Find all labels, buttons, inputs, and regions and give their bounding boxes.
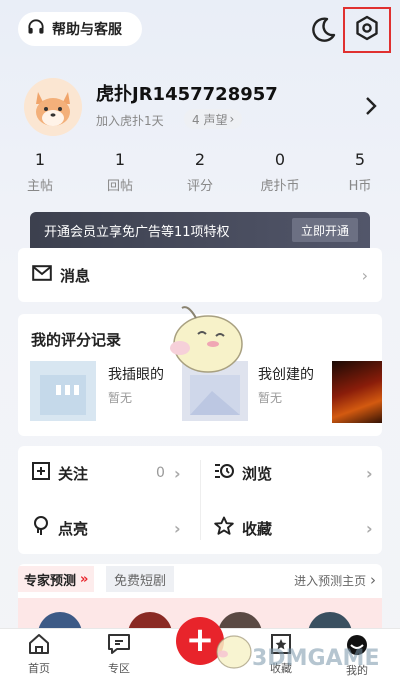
browse-item[interactable]: 浏览 › xyxy=(214,462,374,484)
stat-value: 5 xyxy=(354,150,366,169)
moon-icon[interactable] xyxy=(308,15,338,45)
bookmarked-title[interactable]: 我插眼的 xyxy=(108,364,164,384)
stat-value: 1 xyxy=(114,150,126,169)
like-item[interactable]: 点亮 › xyxy=(32,516,192,540)
mascot-image xyxy=(158,296,254,376)
tab-label: 专家预测 xyxy=(24,573,77,589)
chevron-right-icon: › xyxy=(370,571,376,589)
lightbulb-icon xyxy=(32,516,50,540)
shortcut-grid-card: 关注 0 › 浏览 › 点亮 › 收藏 › xyxy=(18,446,382,554)
nav-zone[interactable]: 专区 xyxy=(94,633,144,676)
stat-label: 回帖 xyxy=(106,179,133,194)
vip-text: 开通会员立享免广告等11项特权 xyxy=(44,224,230,240)
plus-icon: + xyxy=(185,620,215,660)
bookmarked-status: 暂无 xyxy=(108,391,133,405)
vip-open-button[interactable]: 立即开通 xyxy=(291,218,358,242)
tab-expert-prediction[interactable]: 专家预测 » xyxy=(18,566,95,592)
follow-item[interactable]: 关注 0 › xyxy=(32,462,192,484)
score-records-title: 我的评分记录 xyxy=(31,331,122,349)
fame-label: 4 声望 xyxy=(192,112,228,127)
join-duration: 加入虎扑1天 xyxy=(96,114,164,128)
double-chevron-icon: » xyxy=(80,571,89,587)
watermark-text: 3DMGAME xyxy=(252,646,380,671)
created-status: 暂无 xyxy=(258,391,283,405)
help-support-label: 帮助与客服 xyxy=(52,22,122,38)
stat-value: 0 xyxy=(274,150,286,169)
settings-button[interactable] xyxy=(343,7,391,53)
chevron-right-icon: › xyxy=(229,112,235,126)
home-icon xyxy=(27,634,51,658)
plus-box-icon xyxy=(32,462,50,484)
chevron-right-icon: › xyxy=(174,518,181,538)
stat-value: 2 xyxy=(194,150,206,169)
divider xyxy=(200,460,201,540)
stat-h-coins[interactable]: 5 H币 xyxy=(320,150,400,198)
stat-label: H币 xyxy=(348,179,372,194)
chevron-right-icon: › xyxy=(366,463,373,483)
stat-ratings[interactable]: 2 评分 xyxy=(160,150,240,198)
stat-label: 主帖 xyxy=(26,179,53,194)
mail-icon xyxy=(32,265,52,285)
nav-home-label: 首页 xyxy=(28,662,50,675)
avatar[interactable] xyxy=(24,78,82,136)
gear-icon xyxy=(354,15,380,45)
tab-free-drama[interactable]: 免费短剧 xyxy=(106,566,175,592)
browse-label: 浏览 xyxy=(242,464,273,483)
messages-row[interactable]: 消息 › xyxy=(18,248,382,302)
vip-banner[interactable]: 开通会员立享免广告等11项特权 立即开通 xyxy=(30,212,370,248)
chevron-right-icon: › xyxy=(174,463,181,483)
stat-label: 虎扑币 xyxy=(260,179,300,194)
star-icon xyxy=(214,516,234,540)
bookmarked-thumbnail[interactable] xyxy=(30,361,96,421)
expert-home-link[interactable]: 进入预测主页 › xyxy=(294,571,376,589)
stat-posts[interactable]: 1 主帖 xyxy=(0,150,80,198)
history-icon xyxy=(214,462,234,484)
watermark-logo: 3DMGAME xyxy=(214,622,394,678)
follow-label: 关注 xyxy=(58,464,89,483)
chevron-right-icon: › xyxy=(366,518,373,538)
created-title[interactable]: 我创建的 xyxy=(258,364,314,384)
help-support-button[interactable]: 帮助与客服 xyxy=(18,12,142,46)
stat-value: 1 xyxy=(34,150,46,169)
nav-home[interactable]: 首页 xyxy=(14,633,64,676)
favorite-item[interactable]: 收藏 › xyxy=(214,516,374,540)
messages-label: 消息 xyxy=(60,266,91,285)
favorite-label: 收藏 xyxy=(242,519,273,538)
stat-replies[interactable]: 1 回帖 xyxy=(80,150,160,198)
stat-label: 评分 xyxy=(186,179,213,194)
nav-zone-label: 专区 xyxy=(108,662,130,675)
fame-badge[interactable]: 4 声望 › xyxy=(184,109,243,129)
like-label: 点亮 xyxy=(58,519,89,538)
stats-row: 1 主帖 1 回帖 2 评分 0 虎扑币 5 H币 xyxy=(0,150,400,198)
expert-link-label: 进入预测主页 xyxy=(294,574,367,588)
chevron-right-icon: › xyxy=(361,265,368,285)
game-poster-image[interactable] xyxy=(332,361,382,423)
chat-bubble-icon xyxy=(107,634,131,658)
username: 虎扑JR1457728957 xyxy=(96,84,278,105)
stat-coins[interactable]: 0 虎扑币 xyxy=(240,150,320,198)
follow-count: 0 xyxy=(156,465,165,481)
profile-chevron-right-icon[interactable] xyxy=(364,95,378,123)
headset-icon xyxy=(26,17,46,41)
